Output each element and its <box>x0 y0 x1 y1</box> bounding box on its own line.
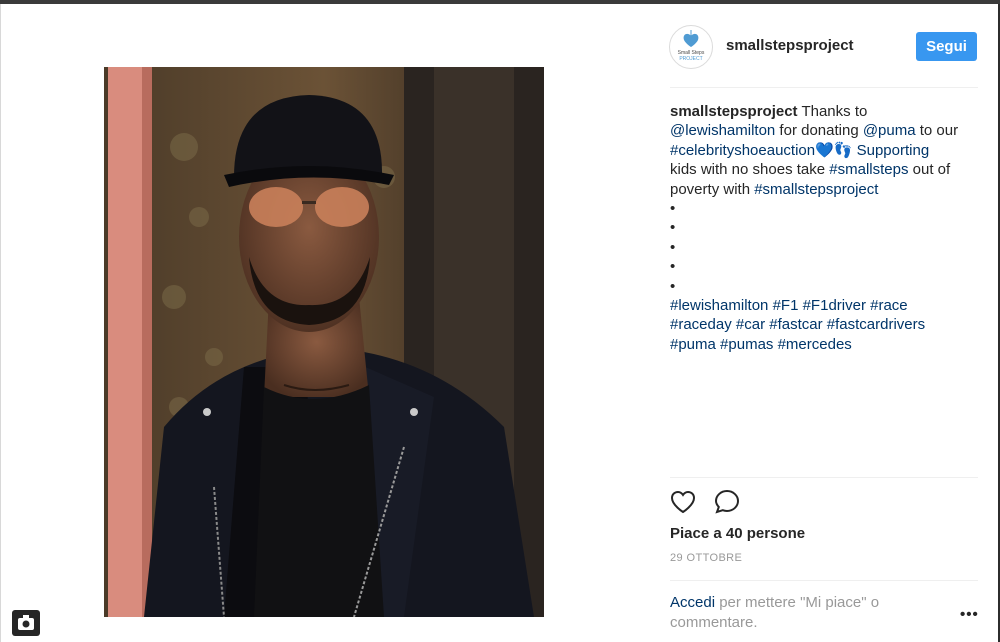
hashtag-link[interactable]: #raceday <box>670 316 732 333</box>
post-username[interactable]: smallstepsproject <box>726 37 854 54</box>
caption-line: poverty with #smallstepsproject <box>670 180 980 199</box>
caption-text: • <box>670 219 676 237</box>
caption-text: to our <box>915 122 959 140</box>
caption-line: • <box>670 199 980 218</box>
caption-username[interactable]: smallstepsproject <box>670 103 798 120</box>
likes-count[interactable]: Piace a 40 persone <box>670 525 805 542</box>
caption-text: poverty with <box>670 180 755 198</box>
actions-divider <box>670 477 978 478</box>
caption-line: @lewishamilton for donating @puma to our <box>670 121 980 140</box>
hashtag-link[interactable]: #celebrityshoeauction <box>670 142 815 159</box>
caption-line: • <box>670 277 980 296</box>
post-date: 29 OTTOBRE <box>670 552 743 564</box>
login-prompt: Accedi per mettere "Mi piace" o commenta… <box>670 593 910 632</box>
hashtag-link[interactable]: #fastcardrivers <box>827 316 925 333</box>
caption-line: • <box>670 238 980 257</box>
header-divider <box>670 87 978 88</box>
hashtag-link[interactable]: #smallsteps <box>829 161 908 178</box>
caption-line: #raceday #car #fastcar #fastcardrivers <box>670 315 980 334</box>
hashtag-link[interactable]: #smallstepsproject <box>754 181 878 198</box>
caption-line: #celebrityshoeauction💙👣 Supporting <box>670 141 980 160</box>
caption-line: #puma #pumas #mercedes <box>670 335 980 354</box>
small-steps-logo-icon: Small Steps PROJECT <box>678 30 705 62</box>
caption-text: for donating <box>775 122 863 140</box>
hashtag-link[interactable]: Supporting <box>852 142 930 159</box>
portrait-image <box>104 67 544 617</box>
hashtag-link[interactable]: #mercedes <box>778 336 852 353</box>
window-top-bar <box>0 0 1000 4</box>
hashtag-link[interactable]: #fastcar <box>769 316 822 333</box>
caption-text: out of <box>908 161 951 179</box>
caption-text: Thanks to <box>797 103 868 120</box>
more-options-icon[interactable]: ••• <box>960 606 979 623</box>
comment-icon[interactable] <box>713 488 741 516</box>
hashtag-link[interactable]: #race <box>870 297 908 314</box>
post-photo[interactable] <box>104 67 544 617</box>
hashtag-link[interactable]: #F1 <box>773 297 799 314</box>
camera-icon[interactable] <box>12 610 40 636</box>
caption-line: kids with no shoes take #smallsteps out … <box>670 160 980 179</box>
caption-line: smallstepsproject Thanks to <box>670 102 980 121</box>
hashtag-link[interactable]: #car <box>736 316 765 333</box>
comments-divider <box>670 580 978 581</box>
caption-line: • <box>670 218 980 237</box>
profile-avatar[interactable]: Small Steps PROJECT <box>669 25 713 69</box>
follow-button[interactable]: Segui <box>916 32 977 61</box>
caption-text: • <box>670 258 676 276</box>
caption-text: • <box>670 238 676 256</box>
caption-text: 💙👣 <box>815 141 853 159</box>
caption-line: #lewishamilton #F1 #F1driver #race <box>670 296 980 315</box>
post-caption: smallstepsproject Thanks to @lewishamilto… <box>670 102 980 354</box>
hashtag-link[interactable]: #F1driver <box>803 297 866 314</box>
heart-icon[interactable] <box>669 488 697 516</box>
hashtag-link[interactable]: #pumas <box>720 336 773 353</box>
svg-text:PROJECT: PROJECT <box>679 56 702 62</box>
window-left-edge <box>0 4 1 642</box>
caption-line: • <box>670 257 980 276</box>
caption-text: • <box>670 277 676 295</box>
login-link[interactable]: Accedi <box>670 594 715 611</box>
hashtag-link[interactable]: #lewishamilton <box>670 297 768 314</box>
hashtag-link[interactable]: #puma <box>670 336 716 353</box>
hashtag-link[interactable]: @puma <box>863 122 916 139</box>
caption-text: kids with no shoes take <box>670 161 830 179</box>
hashtag-link[interactable]: @lewishamilton <box>670 122 775 139</box>
caption-text: • <box>670 200 676 218</box>
